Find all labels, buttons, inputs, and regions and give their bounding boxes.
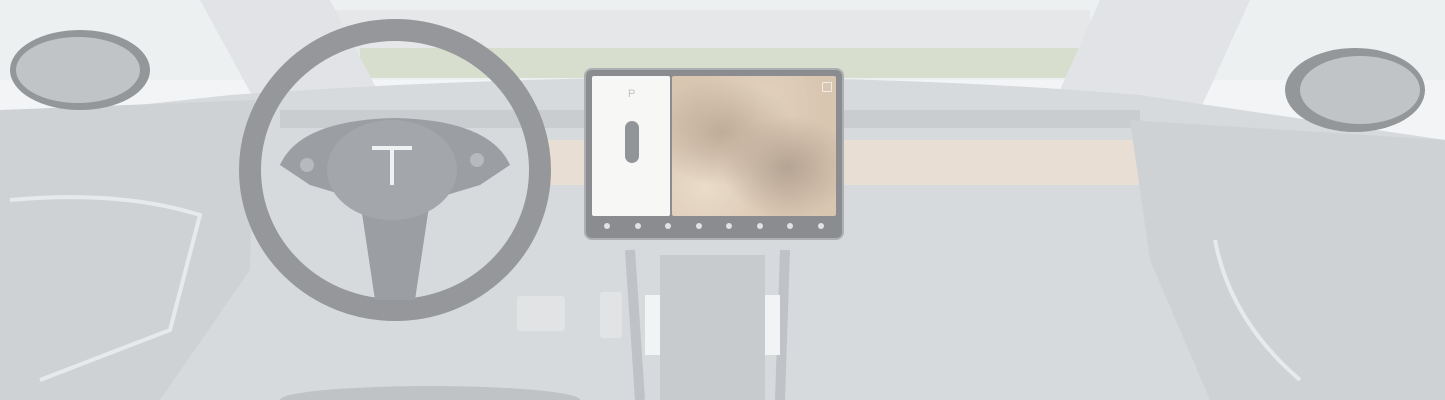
car-top-view-icon <box>625 121 639 163</box>
vehicle-status-panel: P <box>592 76 670 216</box>
map-settings-icon <box>822 82 832 92</box>
dock-car-icon <box>604 223 611 229</box>
dock-volume-icon <box>817 223 824 229</box>
dock-phone-icon <box>634 223 641 229</box>
dock-music-icon <box>665 223 672 229</box>
car-interior-photo: P <box>0 0 1445 400</box>
dock-fan-icon <box>726 223 733 229</box>
right-scroll-button-icon <box>470 153 484 167</box>
gear-indicator: P <box>628 88 636 100</box>
brake-pedal <box>517 296 565 331</box>
left-scroll-button-icon <box>300 158 314 172</box>
right-mirror-glass <box>1300 56 1420 124</box>
dock-temp-icon <box>756 223 763 229</box>
accelerator-pedal <box>600 292 622 338</box>
app-dock <box>592 218 836 234</box>
left-mirror-glass <box>16 37 140 103</box>
dock-seat-icon <box>787 223 794 229</box>
dock-climate-icon <box>695 223 702 229</box>
navigation-map <box>672 76 836 216</box>
center-console <box>660 255 765 400</box>
center-touchscreen: P <box>586 70 842 238</box>
